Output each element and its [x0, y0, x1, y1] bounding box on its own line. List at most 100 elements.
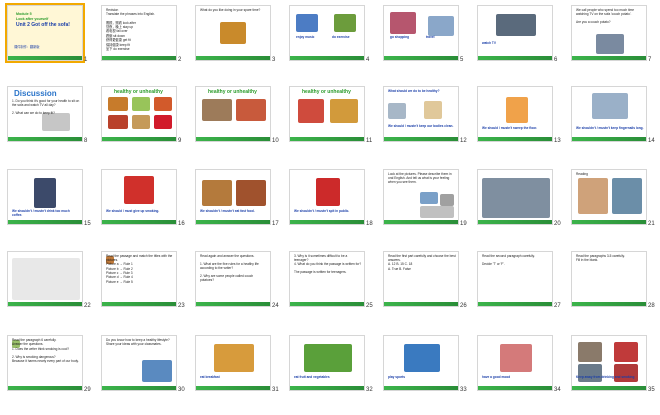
- slide-footer-stripe: [384, 302, 458, 306]
- slide-text: We call people who spend too much time w…: [576, 8, 635, 16]
- slide-number: 6: [554, 57, 558, 63]
- slide-thumbnail-30[interactable]: Do you know how to keep a healthy lifest…: [101, 335, 177, 391]
- slide-thumbnail-14[interactable]: We shouldn't / mustn't keep fingernails …: [571, 86, 647, 142]
- slide-text: Because it harms nearly every part of ou…: [12, 359, 79, 364]
- slide-text: We shouldn't / mustn't keep fingernails …: [576, 126, 644, 130]
- slide-picture: [578, 178, 608, 214]
- slide-thumbnail-21[interactable]: Reading: [571, 169, 647, 225]
- slide-thumbnail-3[interactable]: What do you like doing in your spare tim…: [195, 5, 271, 61]
- slide-thumbnail-31[interactable]: eat breakfast: [195, 335, 271, 391]
- slide-thumbnail-8[interactable]: Discussion 1. Do you think it's good for …: [7, 86, 83, 142]
- slide-text: healthy or unhealthy: [114, 89, 163, 95]
- slide-thumbnail-9[interactable]: healthy or unhealthy: [101, 86, 177, 142]
- slide-footer-stripe: [196, 220, 270, 224]
- slide-picture: [614, 342, 638, 362]
- slide-number: 29: [84, 387, 91, 393]
- slide-picture: [34, 178, 56, 208]
- slide-text: Decide 'T' or 'F'.: [482, 262, 505, 267]
- slide-text: play sports: [388, 375, 406, 379]
- slide-thumbnail-28[interactable]: Read the paragraphs 3-5 carefully. Fill i…: [571, 251, 647, 307]
- slide-picture: [592, 93, 628, 119]
- slide-thumbnail-10[interactable]: healthy or unhealthy: [195, 86, 271, 142]
- slide-text: What do you like doing in your spare tim…: [200, 8, 261, 12]
- slide-number: 14: [648, 138, 655, 144]
- slide-thumbnail-12[interactable]: What should we do to be healthy? We shoul…: [383, 86, 459, 142]
- slide-picture: [404, 344, 440, 372]
- slide-thumbnail-6[interactable]: watch TV: [477, 5, 553, 61]
- slide-text: Unit 2 Got off the sofa!: [16, 22, 70, 28]
- slide-footer-stripe: [290, 137, 364, 141]
- slide-text: Module 5: [16, 12, 32, 16]
- slide-footer-stripe: [384, 137, 458, 141]
- slide-number: 20: [554, 221, 561, 227]
- slide-thumbnail-11[interactable]: healthy or unhealthy: [289, 86, 365, 142]
- slide-thumbnail-29[interactable]: Read the paragraph 6 carefully. Answer th…: [7, 335, 83, 391]
- slide-thumbnail-23[interactable]: Read the passage and match the titles wi…: [101, 251, 177, 307]
- slide-thumbnail-15[interactable]: We shouldn't / mustn't drink too much co…: [7, 169, 83, 225]
- slide-footer-stripe: [102, 137, 176, 141]
- slide-number: 4: [366, 57, 370, 63]
- slide-thumbnail-18[interactable]: We shouldn't / mustn't spit in public.: [289, 169, 365, 225]
- slide-text: Look at the pictures. Please describe th…: [388, 172, 452, 184]
- slide-thumbnail-22[interactable]: [7, 251, 83, 307]
- slide-picture: [440, 194, 454, 206]
- slide-picture: [142, 360, 172, 382]
- slide-picture: [578, 342, 602, 362]
- slide-number: 10: [272, 138, 279, 144]
- slide-text: We shouldn't / mustn't drink too much co…: [12, 209, 70, 217]
- slide-thumbnail-7[interactable]: We call people who spend too much time w…: [571, 5, 647, 61]
- slide-text: 1. Do you think it's good for your healt…: [12, 99, 80, 107]
- slide-text: What should we do to be healthy?: [388, 89, 440, 93]
- slide-thumbnail-25[interactable]: 3. Why is it sometimes difficult to be a…: [289, 251, 365, 307]
- slide-picture: [424, 101, 442, 119]
- slide-text: We shouldn't / mustn't spit in public.: [294, 209, 350, 213]
- slide-text: Look after yourself: [16, 17, 49, 21]
- slide-thumbnail-2[interactable]: Revision Translate the phrases into Engli…: [101, 5, 177, 61]
- slide-thumbnail-33[interactable]: play sports: [383, 335, 459, 391]
- slide-thumbnail-34[interactable]: have a good mood: [477, 335, 553, 391]
- slide-number: 28: [648, 303, 655, 309]
- slide-thumbnail-35[interactable]: Keep away from drinking and smoking: [571, 335, 647, 391]
- slide-number: 32: [366, 387, 373, 393]
- slide-text: 4. What do you think the passage is writ…: [294, 262, 362, 267]
- slide-footer-stripe: [290, 56, 364, 60]
- slide-picture: [202, 180, 232, 206]
- slide-text: Picture e → Rule 5: [106, 279, 133, 284]
- slide-picture: [500, 344, 532, 372]
- slide-thumbnail-27[interactable]: Read the second paragraph carefully. Deci…: [477, 251, 553, 307]
- slide-thumbnail-20[interactable]: [477, 169, 553, 225]
- slide-thumbnail-26[interactable]: Read the first part carefully and choose…: [383, 251, 459, 307]
- slide-picture: [12, 258, 80, 300]
- slide-number: 22: [84, 303, 91, 309]
- slide-picture: [236, 180, 266, 206]
- slide-text: Fill in the blank.: [576, 258, 599, 263]
- slide-number: 26: [460, 303, 467, 309]
- slide-text: Read again and answer the questions.: [200, 254, 255, 258]
- slide-text: travel: [426, 35, 435, 39]
- slide-footer-stripe: [102, 220, 176, 224]
- slide-thumbnail-32[interactable]: eat fruit and vegetables: [289, 335, 365, 391]
- slide-footer-stripe: [8, 220, 82, 224]
- slide-footer-stripe: [478, 386, 552, 390]
- slide-text: Read the second paragraph carefully.: [482, 254, 535, 258]
- slide-thumbnail-13[interactable]: We should / mustn't sweep the floor.: [477, 86, 553, 142]
- slide-text: We shouldn't / mustn't eat fast food.: [200, 209, 255, 213]
- slide-text: eat breakfast: [200, 375, 220, 379]
- slide-footer-stripe: [102, 302, 176, 306]
- slide-thumbnail-4[interactable]: enjoy music do exercise: [289, 5, 365, 61]
- slide-footer-stripe: [572, 386, 646, 390]
- slide-thumbnail-5[interactable]: go shopping travel: [383, 5, 459, 61]
- slide-thumbnail-24[interactable]: Read again and answer the questions. 1. W…: [195, 251, 271, 307]
- slide-number: 34: [554, 387, 561, 393]
- slide-picture: [108, 97, 128, 111]
- slide-footer-stripe: [196, 386, 270, 390]
- slide-thumbnail-19[interactable]: Look at the pictures. Please describe th…: [383, 169, 459, 225]
- slide-text: 2. Why are some people called couch pota…: [200, 274, 254, 282]
- slide-text: eat fruit and vegetables: [294, 375, 330, 379]
- slide-thumbnail-1[interactable]: Module 5 Look after yourself Unit 2 Got of…: [5, 3, 85, 63]
- slide-thumbnail-17[interactable]: We shouldn't / mustn't eat fast food.: [195, 169, 271, 225]
- slide-thumbnail-16[interactable]: We should / must give up smoking.: [101, 169, 177, 225]
- slide-text: healthy or unhealthy: [302, 89, 351, 95]
- slide-number: 5: [460, 57, 464, 63]
- slide-footer-stripe: [572, 302, 646, 306]
